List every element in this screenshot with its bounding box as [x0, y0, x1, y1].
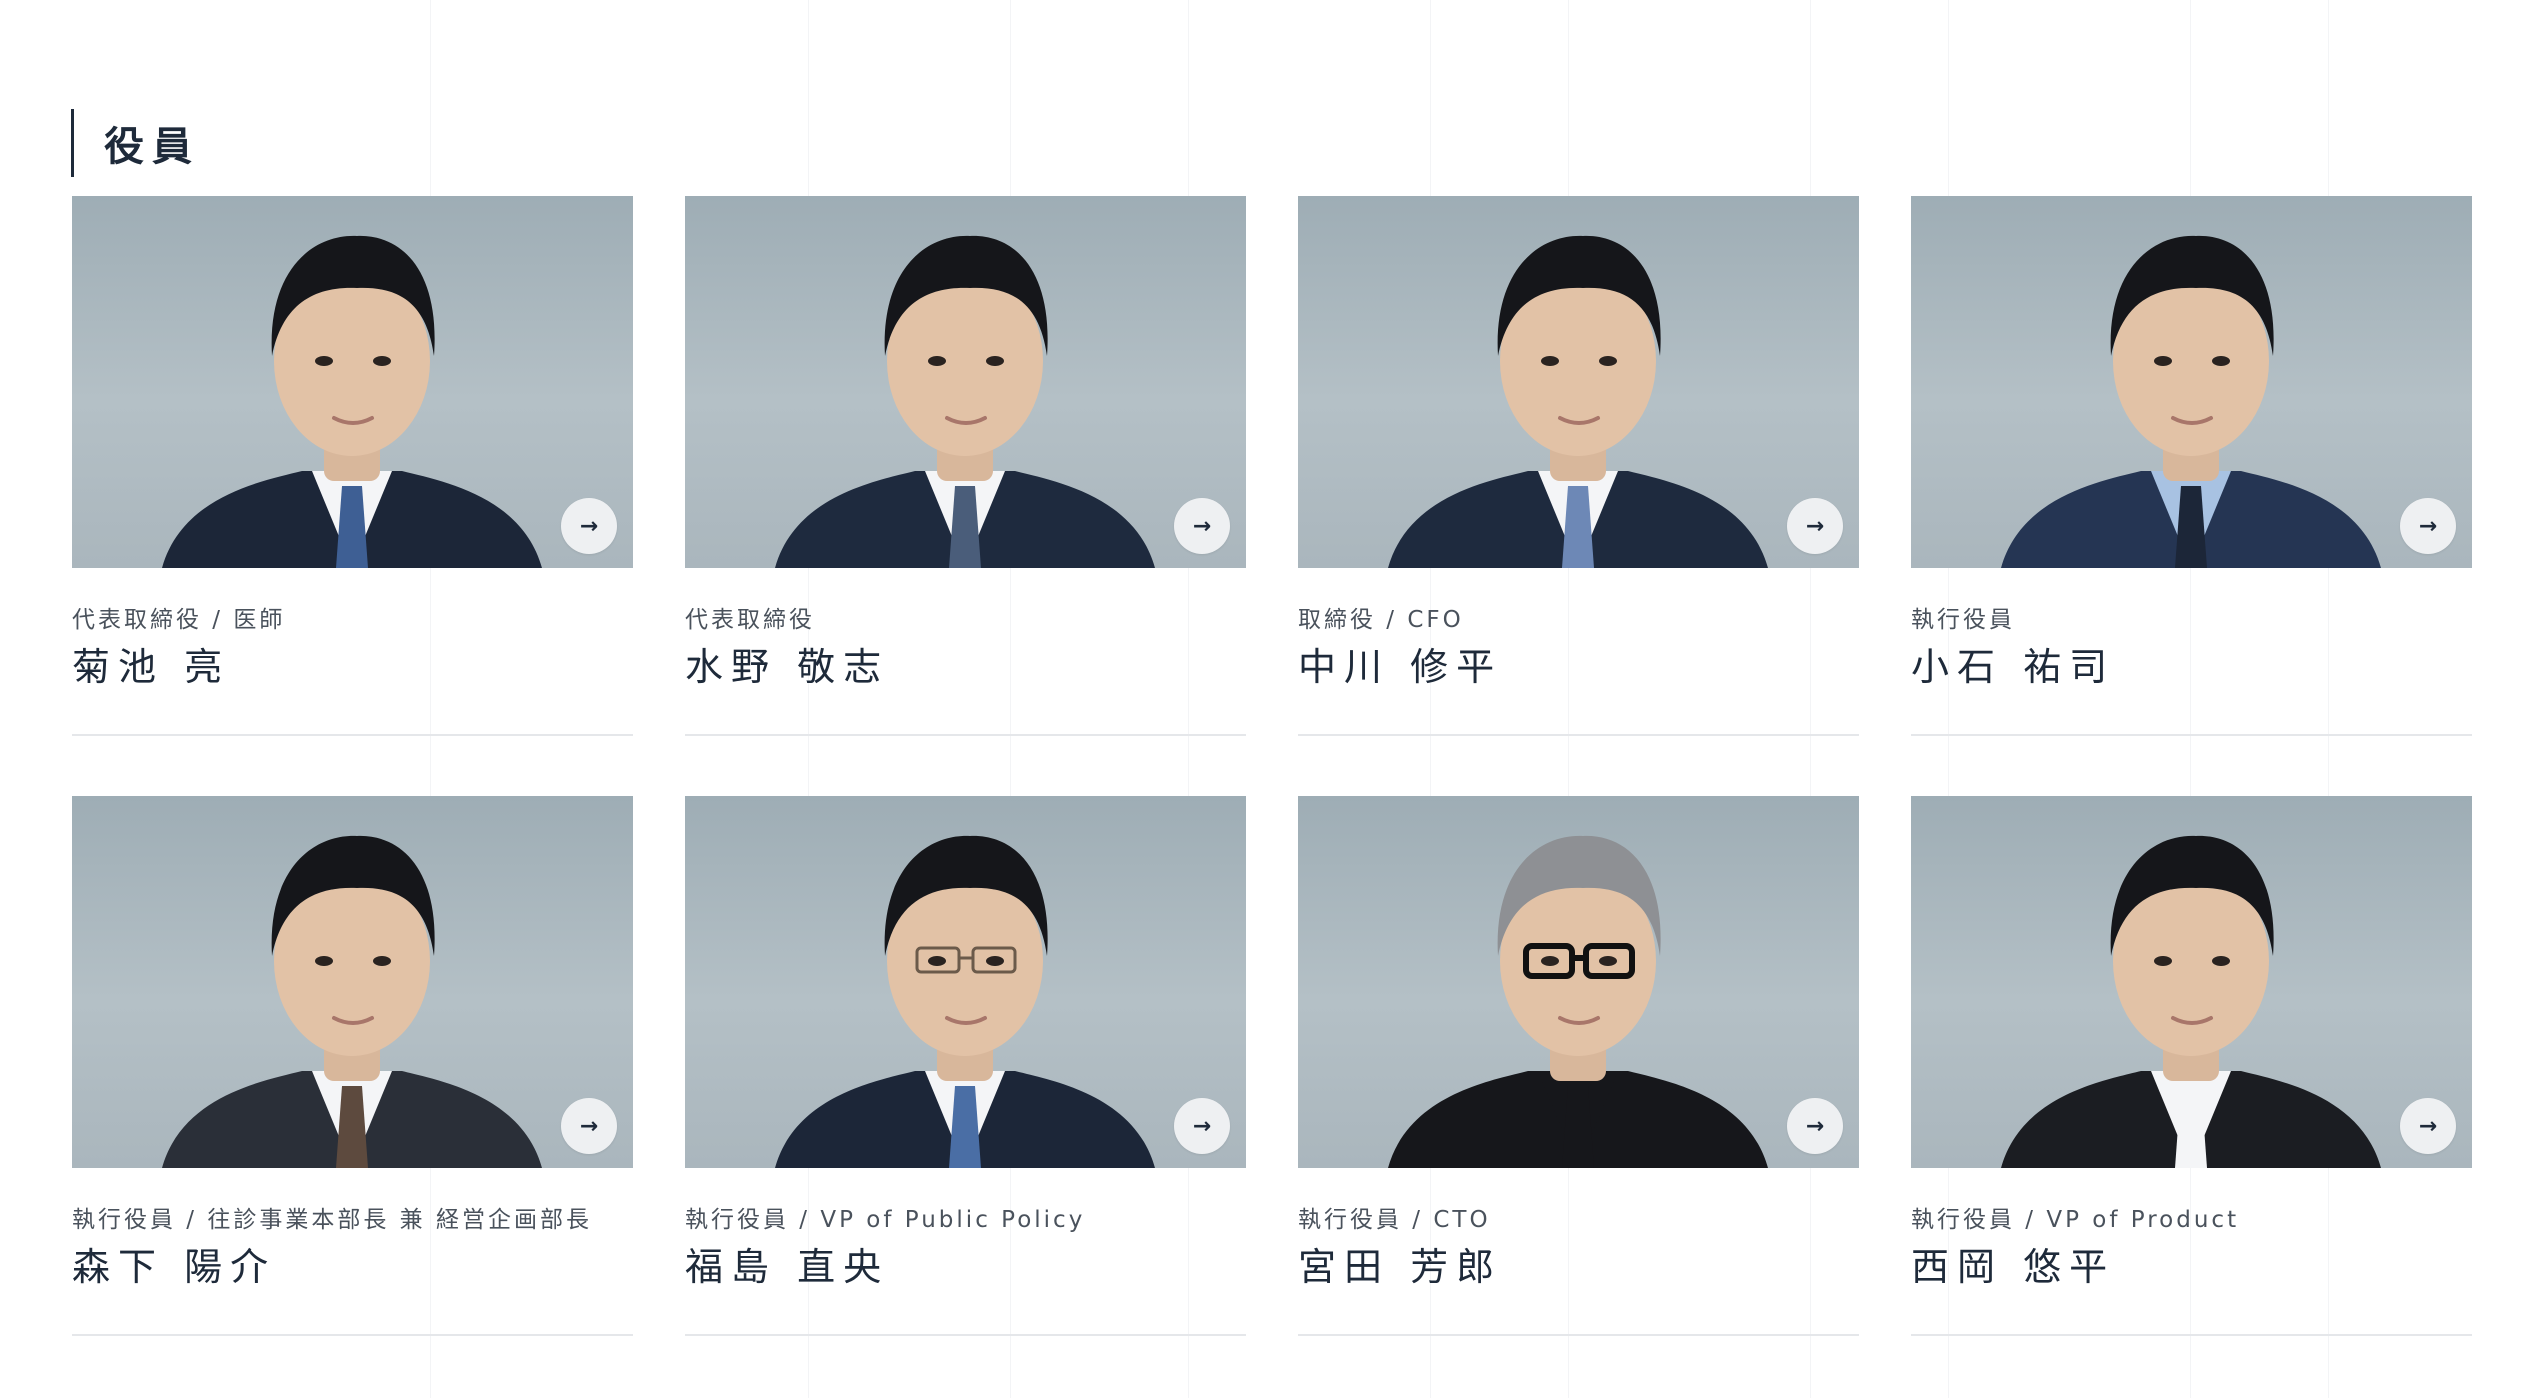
executive-card[interactable]: → 執行役員 / VP of Public Policy 福島 直央 — [685, 796, 1246, 1336]
portrait-photo[interactable]: → — [1911, 196, 2472, 568]
portrait-photo[interactable]: → — [1911, 796, 2472, 1168]
executive-card[interactable]: → 代表取締役 / 医師菊池 亮 — [72, 196, 633, 736]
executive-role: 代表取締役 / 医師 — [72, 607, 286, 633]
executive-role: 執行役員 / VP of Product — [1911, 1207, 2240, 1233]
portrait-photo[interactable]: → — [72, 196, 633, 568]
section-title: 役員 — [71, 109, 200, 178]
executive-name[interactable]: 森下 陽介 — [72, 1236, 276, 1291]
executive-name[interactable]: 福島 直央 — [685, 1236, 889, 1291]
portrait-image — [162, 835, 542, 1168]
executive-role: 代表取締役 — [685, 607, 815, 633]
portrait-photo[interactable]: → — [1298, 196, 1859, 568]
portrait-image — [775, 835, 1155, 1168]
portrait-image — [1388, 235, 1768, 568]
portrait-photo[interactable]: → — [72, 796, 633, 1168]
portrait-image — [162, 235, 542, 568]
arrow-right-icon[interactable]: → — [1787, 498, 1843, 554]
executive-role: 執行役員 / VP of Public Policy — [685, 1207, 1086, 1233]
portrait-image — [1388, 835, 1768, 1168]
executive-card[interactable]: → 代表取締役水野 敬志 — [685, 196, 1246, 736]
arrow-right-icon[interactable]: → — [2400, 1098, 2456, 1154]
executive-name[interactable]: 中川 修平 — [1298, 636, 1502, 691]
executive-card[interactable]: → 執行役員小石 祐司 — [1911, 196, 2472, 736]
executive-card[interactable]: → 執行役員 / CTO 宮田 芳郎 — [1298, 796, 1859, 1336]
executive-grid: → 代表取締役 / 医師菊池 亮 → 代表取締役水野 敬志 → 取締役 / CFO 中川 修… — [72, 196, 2472, 1336]
executive-role: 執行役員 / CTO — [1298, 1207, 1491, 1233]
executive-name[interactable]: 西岡 悠平 — [1911, 1236, 2115, 1291]
executive-name[interactable]: 宮田 芳郎 — [1298, 1236, 1502, 1291]
arrow-right-icon[interactable]: → — [2400, 498, 2456, 554]
arrow-right-icon[interactable]: → — [1787, 1098, 1843, 1154]
executive-name[interactable]: 小石 祐司 — [1911, 636, 2115, 691]
executive-card[interactable]: → 執行役員 / 往診事業本部長 兼 経営企画部長森下 陽介 — [72, 796, 633, 1336]
executive-role: 取締役 / CFO — [1298, 607, 1464, 633]
executive-role: 執行役員 / 往診事業本部長 兼 経営企画部長 — [72, 1207, 592, 1233]
executive-card[interactable]: → 取締役 / CFO 中川 修平 — [1298, 196, 1859, 736]
arrow-right-icon[interactable]: → — [561, 498, 617, 554]
executive-name[interactable]: 菊池 亮 — [72, 636, 230, 691]
executive-name[interactable]: 水野 敬志 — [685, 636, 889, 691]
portrait-image — [775, 235, 1155, 568]
portrait-photo[interactable]: → — [685, 796, 1246, 1168]
executive-role: 執行役員 — [1911, 607, 2015, 633]
arrow-right-icon[interactable]: → — [561, 1098, 617, 1154]
arrow-right-icon[interactable]: → — [1174, 1098, 1230, 1154]
portrait-photo[interactable]: → — [1298, 796, 1859, 1168]
portrait-image — [2001, 235, 2381, 568]
portrait-image — [2001, 835, 2381, 1168]
portrait-photo[interactable]: → — [685, 196, 1246, 568]
executive-card[interactable]: → 執行役員 / VP of Product 西岡 悠平 — [1911, 796, 2472, 1336]
arrow-right-icon[interactable]: → — [1174, 498, 1230, 554]
